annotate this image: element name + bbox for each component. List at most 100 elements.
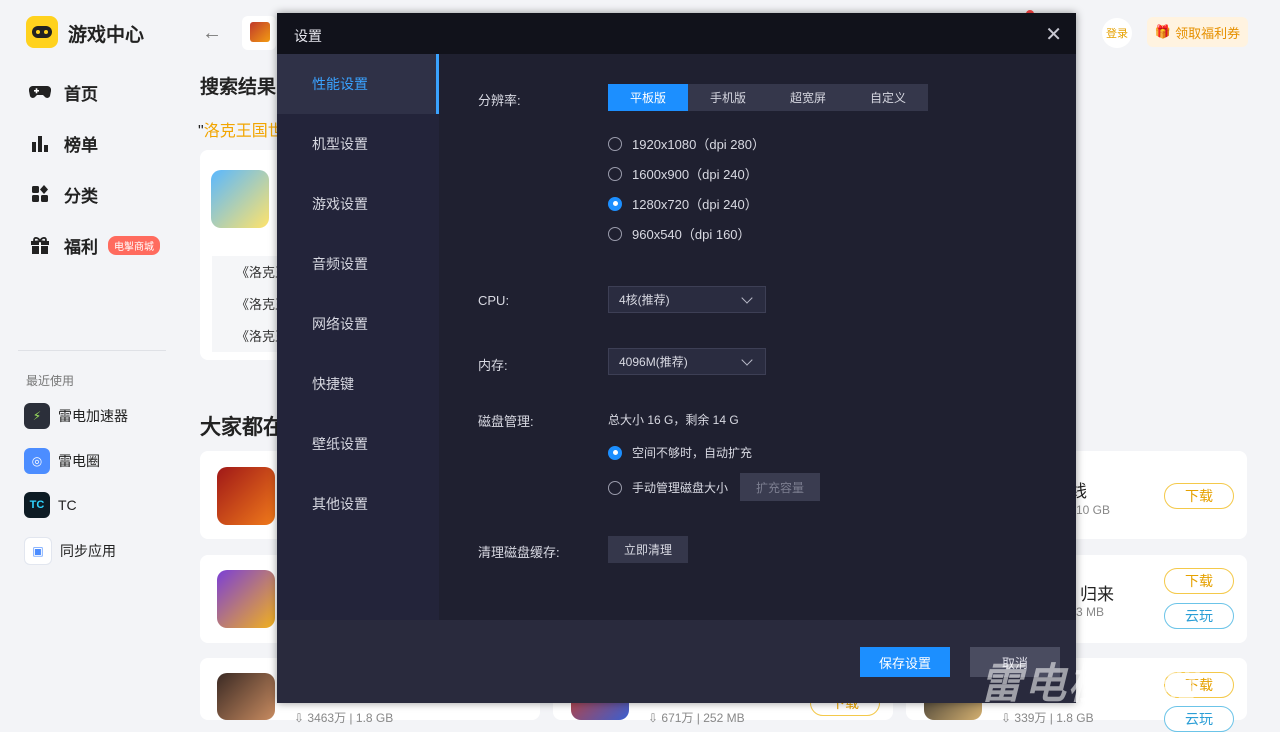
game-size: 10 GB <box>1076 503 1111 517</box>
cache-label: 清理磁盘缓存: <box>478 545 560 560</box>
resolution-option[interactable]: 960x540（dpi 160） <box>608 224 751 243</box>
chart-icon <box>28 131 52 155</box>
nav-ranking-label: 榜单 <box>64 135 98 155</box>
mode-ultrawide[interactable]: 超宽屏 <box>768 84 848 111</box>
radio-button[interactable] <box>608 136 622 151</box>
accelerator-icon: ⚡ <box>24 403 50 429</box>
tab-game[interactable]: 游戏设置 <box>277 174 439 234</box>
recent-item-accelerator[interactable]: ⚡ 雷电加速器 <box>24 402 128 430</box>
download-count: 671万 <box>661 711 694 725</box>
chevron-down-icon <box>741 291 753 304</box>
memory-value: 4096M(推荐) <box>619 355 688 369</box>
tab-audio[interactable]: 音频设置 <box>277 234 439 294</box>
option-label: 1920x1080（dpi 280） <box>632 137 765 152</box>
settings-dialog: 设置 ✕ 性能设置 机型设置 游戏设置 音频设置 网络设置 快捷键 壁纸设置 其… <box>277 13 1076 703</box>
reward-coupon-button[interactable]: 🎁 领取福利券 <box>1147 17 1248 47</box>
resolution-option[interactable]: 1280x720（dpi 240） <box>608 194 758 213</box>
nav-welfare[interactable]: 福利 电掣商城 <box>28 230 160 260</box>
game-meta: ⇩ 339万 | 1.8 GB <box>1001 711 1094 725</box>
game-icon[interactable] <box>217 673 275 720</box>
back-arrow-icon[interactable]: ← <box>202 22 222 45</box>
recent-item-circle[interactable]: ◎ 雷电圈 <box>24 447 100 475</box>
search-query-text: "洛克王国世 <box>198 123 284 140</box>
dialog-title: 设置 <box>294 28 322 44</box>
cpu-value: 4核(推荐) <box>619 293 670 307</box>
tab-device-model[interactable]: 机型设置 <box>277 114 439 174</box>
download-button[interactable]: 下载 <box>1164 568 1234 594</box>
game-thumb <box>242 16 276 50</box>
cloud-play-button[interactable]: 云玩 <box>1164 603 1234 629</box>
nav-welfare-label: 福利 <box>64 237 98 257</box>
resolution-mode-segment: 平板版 手机版 超宽屏 自定义 <box>608 84 928 111</box>
game-size: 1.8 GB <box>355 711 394 725</box>
download-count: 339万 <box>1014 711 1047 725</box>
option-label: 1600x900（dpi 240） <box>632 167 758 182</box>
cpu-select[interactable]: 4核(推荐) <box>608 286 766 313</box>
game-icon[interactable] <box>211 170 269 228</box>
game-meta: ⇩ 671万 | 252 MB <box>648 711 745 725</box>
gift-icon <box>28 233 52 257</box>
game-size: 1.8 GB <box>1056 711 1094 725</box>
radio-button[interactable] <box>608 166 622 181</box>
search-results-heading: 搜索结果 <box>200 77 277 98</box>
nav-category[interactable]: 分类 <box>28 179 98 209</box>
mall-badge: 电掣商城 <box>108 235 160 255</box>
gamepad-icon <box>28 80 52 104</box>
recent-label: 雷电加速器 <box>58 408 128 424</box>
mode-phone[interactable]: 手机版 <box>688 84 768 111</box>
tab-network[interactable]: 网络设置 <box>277 294 439 354</box>
tab-other[interactable]: 其他设置 <box>277 474 439 534</box>
sidebar <box>0 0 190 720</box>
game-title-fragment: 归来 <box>1080 585 1114 604</box>
recent-label: TC <box>58 497 77 513</box>
download-count: 3463万 <box>307 711 347 725</box>
disk-auto-option[interactable]: 空间不够时，自动扩充 <box>608 444 752 461</box>
cpu-label: CPU: <box>478 293 510 308</box>
dialog-header <box>277 13 1076 54</box>
game-icon[interactable] <box>217 570 275 628</box>
nav-ranking[interactable]: 榜单 <box>28 128 98 158</box>
memory-label: 内存: <box>478 358 508 373</box>
resolution-option[interactable]: 1920x1080（dpi 280） <box>608 134 765 153</box>
save-settings-button[interactable]: 保存设置 <box>860 647 950 677</box>
gift-icon: 🎁 <box>1154 24 1172 39</box>
option-label: 1280x720（dpi 240） <box>632 197 758 212</box>
recent-item-tc[interactable]: TC TC <box>24 491 77 519</box>
clear-cache-button[interactable]: 立即清理 <box>608 536 688 563</box>
resolution-option[interactable]: 1600x900（dpi 240） <box>608 164 758 183</box>
expand-capacity-button[interactable]: 扩充容量 <box>740 473 820 501</box>
app-logo-icon <box>26 16 58 48</box>
sync-app-icon: ▣ <box>24 537 52 565</box>
nav-home[interactable]: 首页 <box>28 77 98 107</box>
app-title: 游戏中心 <box>68 25 145 46</box>
radio-button[interactable] <box>608 226 622 241</box>
tab-shortcuts[interactable]: 快捷键 <box>277 354 439 414</box>
radio-button-selected[interactable] <box>608 196 622 211</box>
recent-item-sync[interactable]: ▣ 同步应用 <box>24 537 116 565</box>
tc-icon: TC <box>24 492 50 518</box>
radio-button[interactable] <box>608 480 622 495</box>
option-label: 960x540（dpi 160） <box>632 227 751 242</box>
tab-wallpaper[interactable]: 壁纸设置 <box>277 414 439 474</box>
chevron-down-icon <box>741 353 753 366</box>
dialog-footer <box>277 620 1076 703</box>
circle-app-icon: ◎ <box>24 448 50 474</box>
disk-manual-option[interactable]: 手动管理磁盘大小 <box>608 479 728 496</box>
radio-button-selected[interactable] <box>608 445 622 460</box>
nav-category-label: 分类 <box>64 186 98 206</box>
recent-label: 雷电圈 <box>58 453 100 469</box>
login-button[interactable]: 登录 <box>1102 18 1132 48</box>
mode-custom[interactable]: 自定义 <box>848 84 928 111</box>
disk-label: 磁盘管理: <box>478 414 534 429</box>
download-button[interactable]: 下载 <box>1164 483 1234 509</box>
sidebar-divider <box>18 350 166 351</box>
tab-performance[interactable]: 性能设置 <box>277 54 439 114</box>
memory-select[interactable]: 4096M(推荐) <box>608 348 766 375</box>
mode-tablet[interactable]: 平板版 <box>608 84 688 111</box>
game-icon[interactable] <box>217 467 275 525</box>
popular-heading: 大家都在 <box>200 416 284 439</box>
watermark-logo: 雷电模拟器 <box>980 660 1201 707</box>
nav-home-label: 首页 <box>64 84 98 104</box>
close-icon[interactable]: ✕ <box>1045 22 1062 47</box>
resolution-label: 分辨率: <box>478 93 521 108</box>
